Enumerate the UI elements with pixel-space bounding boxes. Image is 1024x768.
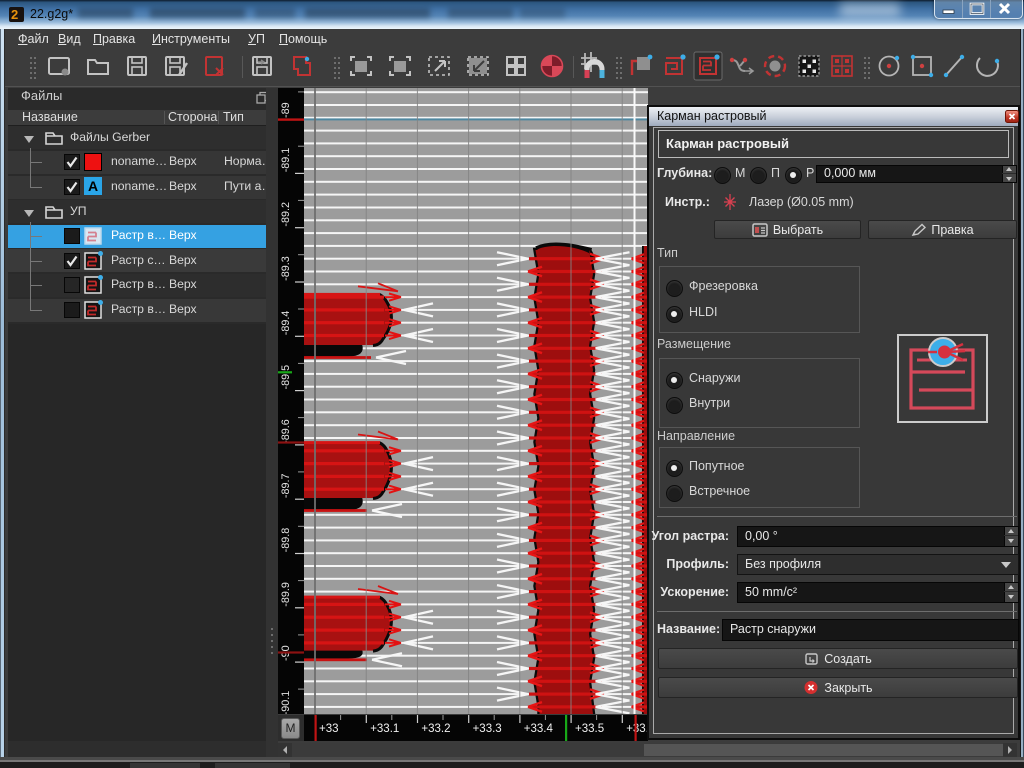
svg-text:+33.2: +33.2	[421, 723, 450, 735]
svg-text:-89.7: -89.7	[280, 473, 292, 498]
svg-text:+33.5: +33.5	[575, 723, 604, 735]
svg-text:+33.1: +33.1	[370, 723, 399, 735]
svg-text:-89.9: -89.9	[280, 582, 292, 607]
svg-text:+33: +33	[319, 723, 339, 735]
svg-text:-89: -89	[280, 102, 292, 118]
svg-text:+33.3: +33.3	[473, 723, 502, 735]
svg-text:-89.2: -89.2	[280, 202, 292, 227]
svg-text:-89.5: -89.5	[280, 365, 292, 390]
svg-text:+33.4: +33.4	[524, 723, 554, 735]
svg-text:-89.8: -89.8	[280, 528, 292, 553]
svg-text:-90.1: -90.1	[280, 691, 292, 714]
svg-text:-89.4: -89.4	[280, 311, 292, 336]
svg-text:+33.6: +33.6	[626, 723, 648, 735]
svg-text:-89.1: -89.1	[280, 148, 292, 173]
svg-text:-89.3: -89.3	[280, 256, 292, 281]
svg-text:-89.6: -89.6	[280, 419, 292, 444]
